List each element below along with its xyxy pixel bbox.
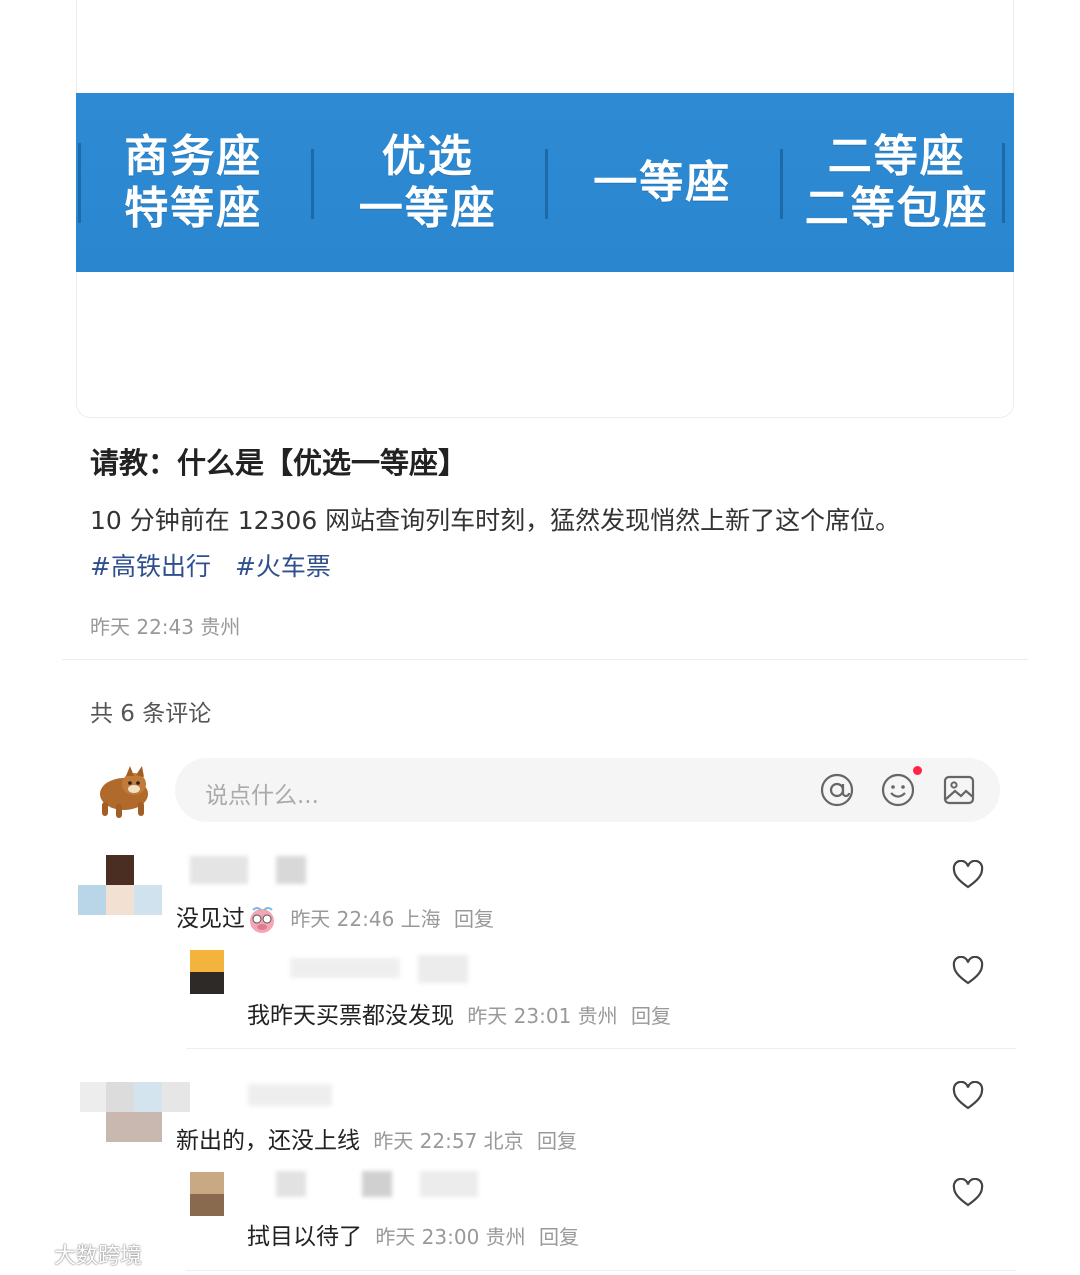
thread-divider [186,1048,1016,1049]
seat-label: 商务座 [124,130,263,182]
comment-text: 没见过 [176,906,245,932]
comment-text: 新出的，还没上线 [176,1128,360,1154]
post-body: 10 分钟前在 12306 网站查询列车时刻，猛然发现悄然上新了这个席位。 [90,506,901,535]
section-divider [62,659,1028,660]
seat-label: 二等包座 [804,182,989,234]
like-icon[interactable] [952,1178,984,1208]
username-blur [276,856,306,884]
like-icon[interactable] [952,1081,984,1111]
seat-label: 二等座 [827,130,966,182]
pig-face-icon [250,906,274,933]
seat-col-preferred-first: 优选 一等座 [310,93,546,272]
banner-divider [78,143,81,223]
comment-reply-2: 拭目以待了 昨天 23:00 贵州 回复 [247,1217,579,1251]
username-blur [418,955,468,983]
comment-meta: 昨天 22:46 上海 [290,907,441,931]
comment-text: 我昨天买票都没发现 [247,1003,454,1029]
comment-reply-1: 我昨天买票都没发现 昨天 23:01 贵州 回复 [247,996,671,1030]
comment-count: 共 6 条评论 [90,701,212,727]
like-icon[interactable] [952,956,984,986]
post-title: 请教：什么是【优选一等座】 [90,446,468,480]
post-tags: #高铁出行 #火车票 [90,547,331,583]
username-blur [190,856,248,884]
seat-label: 优选 [381,130,474,182]
reply-link[interactable]: 回复 [539,1225,579,1249]
comment-2: 新出的，还没上线 昨天 22:57 北京 回复 [176,1121,577,1155]
seat-label: 一等座 [593,156,732,208]
username-blur [420,1171,478,1197]
banner-divider [1002,143,1005,223]
username-blur [362,1171,392,1197]
emoji-icon[interactable] [880,772,916,808]
reply-link[interactable]: 回复 [631,1004,671,1028]
username-blur [276,1171,306,1197]
tag-link[interactable]: #火车票 [235,547,331,583]
seat-col-business: 商务座 特等座 [76,93,311,272]
seat-col-first: 一等座 [545,93,780,272]
comment-text: 拭目以待了 [247,1224,362,1250]
username-blur [248,1084,332,1106]
post-meta: 昨天 22:43 贵州 [90,615,241,639]
reply-link[interactable]: 回复 [454,907,494,931]
image-icon[interactable] [941,772,977,808]
thread-divider [186,1270,1016,1271]
reply-link[interactable]: 回复 [537,1129,577,1153]
watermark: 大数跨境 [8,1238,142,1270]
avatar[interactable] [190,950,226,996]
comment-meta: 昨天 22:57 北京 [373,1129,524,1153]
username-blur [290,958,400,978]
comment-input-placeholder: 说点什么... [205,783,319,809]
notification-dot [913,766,922,775]
comment-meta: 昨天 23:01 贵州 [467,1004,618,1028]
seat-label: 特等座 [124,182,263,234]
user-avatar[interactable] [90,762,154,822]
avatar[interactable] [190,1172,226,1218]
comment-meta: 昨天 23:00 贵州 [375,1225,526,1249]
seat-class-banner: 商务座 特等座 优选 一等座 一等座 二等座 二等包座 [76,93,1014,272]
seat-col-second: 二等座 二等包座 [779,93,1015,272]
watermark-logo-icon [8,1243,50,1265]
at-icon[interactable] [819,772,855,808]
comment-1: 没见过 昨天 22:46 上海 回复 [176,899,494,934]
seat-label: 一等座 [358,182,497,234]
comment-input[interactable]: 说点什么... [175,758,1000,822]
avatar[interactable] [78,855,164,915]
watermark-text: 大数跨境 [54,1244,143,1269]
like-icon[interactable] [952,860,984,890]
tag-link[interactable]: #高铁出行 [90,547,211,583]
